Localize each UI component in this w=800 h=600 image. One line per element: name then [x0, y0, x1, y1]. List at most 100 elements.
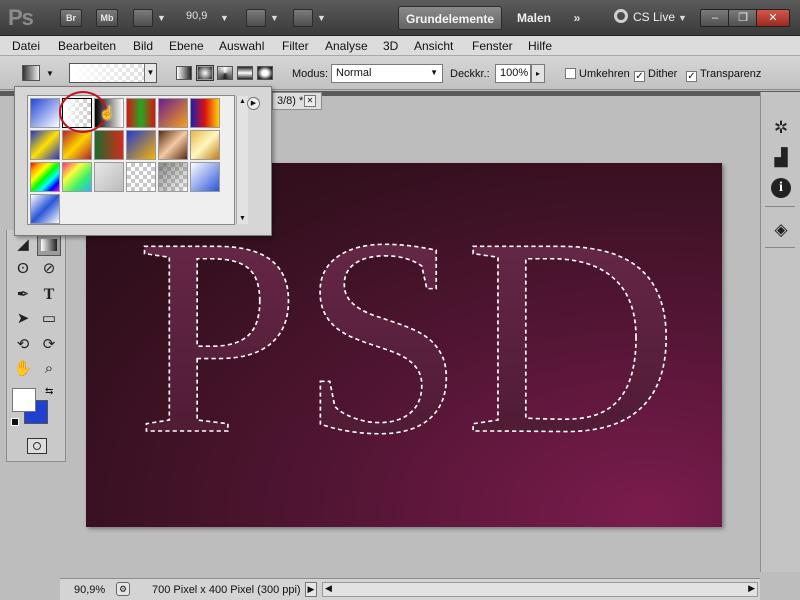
reverse-label: Umkehren	[579, 68, 630, 80]
info-icon[interactable]: i	[771, 178, 791, 198]
hand-cursor-icon: ☝	[99, 105, 116, 120]
close-button[interactable]: ✕	[756, 9, 790, 27]
menu-ebene[interactable]: Ebene	[169, 39, 204, 53]
gradient-preset-swatch[interactable]	[158, 98, 188, 128]
menu-bild[interactable]: Bild	[133, 39, 153, 53]
gradient-preset-swatch[interactable]	[158, 162, 188, 192]
status-options-icon[interactable]: ⚙	[116, 582, 130, 596]
mode-select[interactable]: Normal ▼	[331, 64, 443, 83]
workspace-malen-button[interactable]: Malen	[508, 6, 560, 30]
gradient-tool-preset-icon[interactable]	[22, 65, 40, 81]
3d-rotate-tool-icon[interactable]: ⟲	[11, 334, 35, 356]
gradient-preset-swatch[interactable]	[30, 194, 60, 224]
gradient-picker-arrow[interactable]: ▼	[144, 64, 156, 82]
menu-bearbeiten[interactable]: Bearbeiten	[58, 39, 116, 53]
more-workspaces-button[interactable]: »	[566, 6, 588, 30]
reverse-option[interactable]: Umkehren	[565, 68, 630, 80]
reverse-checkbox[interactable]	[565, 68, 576, 79]
gradient-tool-icon[interactable]	[37, 234, 61, 256]
pen-tool-icon[interactable]: ✒	[11, 284, 35, 306]
gradient-picker-popup: ▲ ▼ ▶ ☝	[14, 86, 272, 236]
horizontal-scrollbar[interactable]: ◀ ▶	[322, 582, 758, 597]
options-bar: ▼ ▼ Modus: Normal ▼ Deckkr.: 100% ▸ Umke…	[0, 56, 800, 90]
scroll-down-icon[interactable]: ▼	[239, 215, 246, 222]
close-document-icon[interactable]: ✕	[304, 95, 316, 107]
gradient-tool-swatch	[41, 239, 57, 251]
scroll-right-icon[interactable]: ▶	[748, 583, 755, 594]
gradient-preset-swatch[interactable]	[94, 130, 124, 160]
foreground-color-swatch-top[interactable]	[12, 388, 36, 412]
screen-mode-button[interactable]: ▼	[293, 9, 329, 27]
status-menu-arrow-icon[interactable]: ▶	[305, 582, 317, 597]
swap-colors-icon[interactable]: ⇆	[45, 386, 53, 397]
gradient-preset-swatch[interactable]	[190, 130, 220, 160]
grid-icon	[246, 9, 266, 27]
gradient-preset-swatch[interactable]	[126, 162, 156, 192]
histogram-icon[interactable]: ▟	[768, 146, 794, 170]
dither-checkbox[interactable]: ✓	[634, 71, 645, 82]
chevron-down-icon[interactable]: ▼	[46, 69, 54, 78]
rectangle-tool-icon[interactable]: ▭	[37, 308, 61, 330]
picker-menu-icon[interactable]: ▶	[247, 97, 260, 110]
reflected-gradient-icon[interactable]	[237, 66, 253, 80]
menu-datei[interactable]: Datei	[12, 39, 40, 53]
gradient-preset-swatch[interactable]	[190, 98, 220, 128]
quick-mask-icon	[33, 442, 41, 450]
gradient-preset-swatch[interactable]	[62, 130, 92, 160]
zoom-tool-icon[interactable]: ⌕	[37, 358, 61, 380]
layers-icon[interactable]: ◈	[768, 218, 794, 242]
menu-hilfe[interactable]: Hilfe	[528, 39, 552, 53]
quick-mask-button[interactable]	[27, 438, 47, 454]
menu-analyse[interactable]: Analyse	[325, 39, 368, 53]
dodge-tool-icon[interactable]: ⊘	[37, 258, 61, 280]
gradient-preset-swatch[interactable]	[30, 162, 60, 192]
linear-gradient-icon[interactable]	[176, 66, 192, 80]
gradient-preset-swatch[interactable]	[126, 98, 156, 128]
gradient-preset-swatch[interactable]	[30, 98, 60, 128]
3d-orbit-tool-icon[interactable]: ⟳	[37, 334, 61, 356]
status-zoom[interactable]: 90,9%	[74, 584, 105, 596]
angle-gradient-icon[interactable]	[217, 66, 233, 80]
menu-ansicht[interactable]: Ansicht	[414, 39, 453, 53]
transparency-option[interactable]: ✓ Transparenz	[686, 68, 761, 82]
navigator-icon[interactable]: ✲	[768, 116, 794, 140]
type-tool-icon[interactable]: T	[37, 284, 61, 306]
scroll-left-icon[interactable]: ◀	[325, 583, 332, 594]
mode-value: Normal	[336, 67, 372, 79]
gradient-preset-swatch[interactable]	[30, 130, 60, 160]
default-colors-icon[interactable]	[11, 418, 19, 426]
opacity-input[interactable]: 100%	[495, 64, 531, 83]
arrange-documents-button[interactable]: ▼	[246, 9, 282, 27]
mini-bridge-button[interactable]: Mb	[96, 9, 118, 27]
gradient-picker-scrollbar[interactable]: ▲ ▼	[236, 96, 248, 224]
transparency-checkbox[interactable]: ✓	[686, 71, 697, 82]
cs-live-menu[interactable]: CS Live ▼	[614, 9, 687, 24]
path-selection-tool-icon[interactable]: ➤	[11, 308, 35, 330]
gradient-preset-swatch[interactable]	[126, 130, 156, 160]
menu-fenster[interactable]: Fenster	[472, 39, 513, 53]
chevron-down-icon[interactable]: ▼	[220, 13, 229, 23]
smudge-tool-icon[interactable]: ʘ	[11, 258, 35, 280]
minimize-button[interactable]: –	[700, 9, 730, 27]
dither-option[interactable]: ✓ Dither	[634, 68, 677, 82]
gradient-preset-swatch[interactable]	[190, 162, 220, 192]
gradient-preset-swatch[interactable]	[158, 130, 188, 160]
opacity-slider-arrow[interactable]: ▸	[531, 64, 545, 83]
restore-button[interactable]: ❐	[728, 9, 758, 27]
menu-auswahl[interactable]: Auswahl	[219, 39, 264, 53]
scroll-up-icon[interactable]: ▲	[239, 98, 246, 105]
menu-filter[interactable]: Filter	[282, 39, 309, 53]
diamond-gradient-icon[interactable]	[257, 66, 273, 80]
eraser-tool-icon[interactable]: ◢	[11, 234, 35, 256]
radial-gradient-icon[interactable]	[198, 67, 212, 79]
menu-3d[interactable]: 3D	[383, 39, 398, 53]
view-extras-button[interactable]: ▼	[133, 9, 166, 27]
bridge-button[interactable]: Br	[60, 9, 82, 27]
hand-tool-icon[interactable]: ✋	[11, 358, 35, 380]
gradient-preset-swatch[interactable]	[94, 162, 124, 192]
gradient-preset-swatch[interactable]	[62, 162, 92, 192]
dither-label: Dither	[648, 68, 678, 80]
zoom-level[interactable]: 90,9	[186, 10, 207, 22]
workspace-grundelemente-button[interactable]: Grundelemente	[398, 6, 502, 30]
cs-live-icon	[614, 9, 628, 23]
